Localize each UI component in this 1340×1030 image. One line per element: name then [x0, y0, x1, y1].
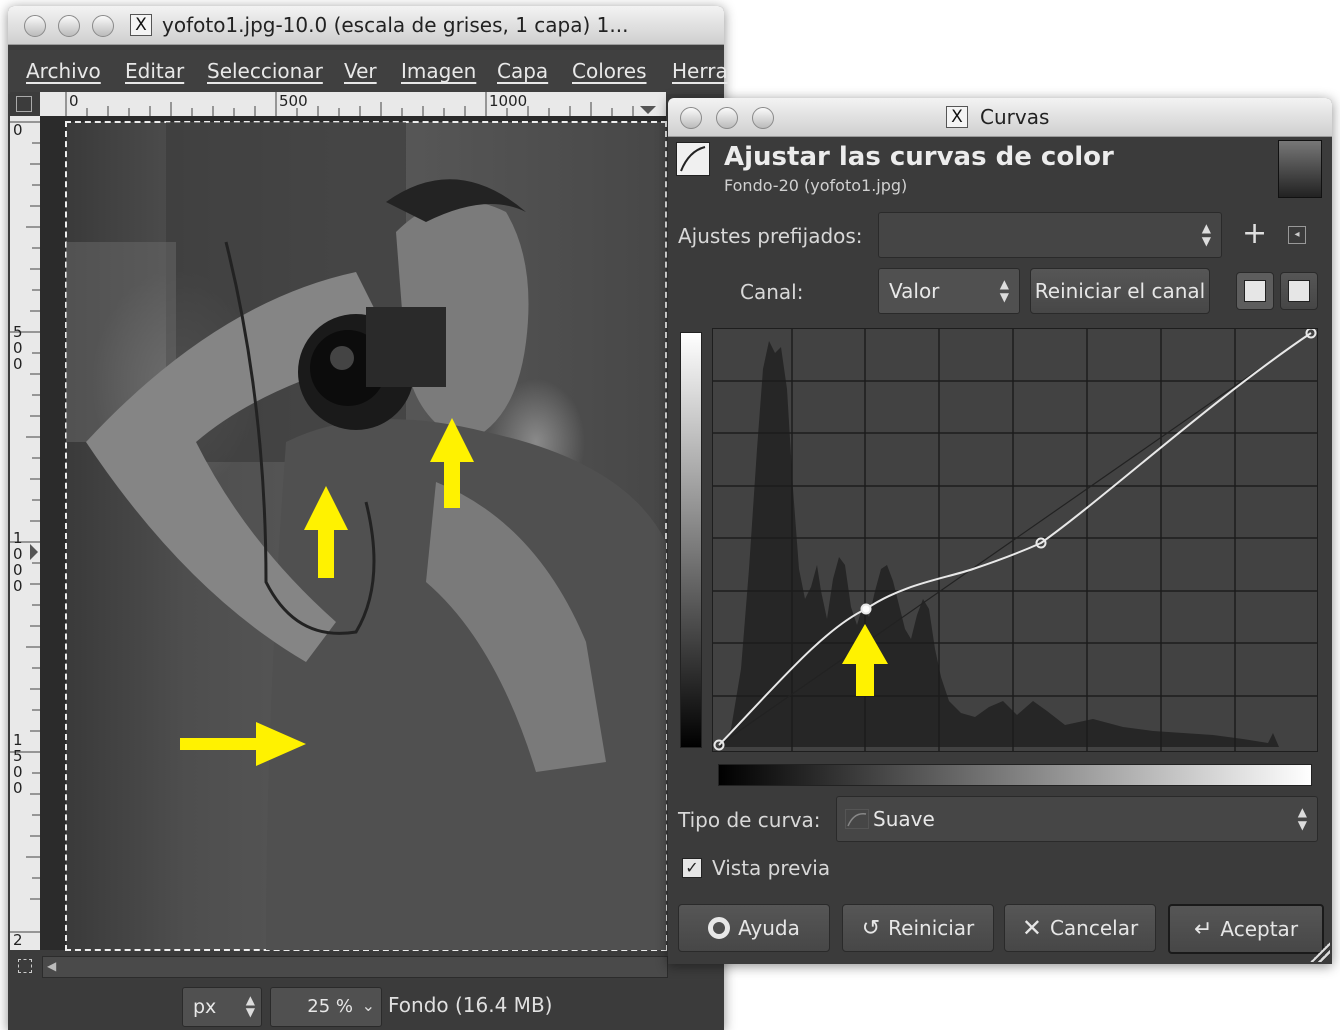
menu-bar: Archivo Editar Seleccionar Ver Imagen Ca… — [8, 50, 728, 94]
curve-type-combo[interactable]: Suave ▲ ▼ — [836, 796, 1318, 842]
preview-checkbox[interactable]: ✓ — [682, 858, 702, 878]
reset-label: Reiniciar — [888, 916, 975, 940]
curves-tool-icon — [676, 142, 710, 176]
ruler-v-label-500: 500 — [13, 323, 23, 373]
undo-icon: ↺ — [861, 915, 881, 941]
ruler-h-label-0: 0 — [69, 92, 79, 110]
ruler-v-label-0: 0 — [13, 121, 23, 139]
log-histogram-button[interactable] — [1280, 272, 1318, 310]
help-label: Ayuda — [738, 916, 800, 940]
cancel-label: Cancelar — [1049, 916, 1139, 940]
horizontal-scrollbar[interactable]: ◀ — [42, 956, 668, 978]
presets-label: Ajustes prefijados: — [678, 224, 863, 248]
menu-imagen[interactable]: Imagen — [401, 59, 476, 83]
resize-grip-icon[interactable] — [1310, 942, 1330, 962]
curve-type-value: Suave — [873, 807, 935, 831]
menu-capa[interactable]: Capa — [497, 59, 548, 83]
menu-seleccionar[interactable]: Seleccionar — [207, 59, 323, 83]
ruler-h-label-1000: 1000 — [489, 92, 528, 110]
chevron-down-icon: ⌄ — [361, 996, 375, 1015]
linear-histogram-icon — [1244, 280, 1266, 302]
reset-channel-button[interactable]: Reiniciar el canal — [1030, 268, 1210, 314]
zoom-window-button[interactable] — [92, 15, 114, 37]
ok-button[interactable]: ↵ Aceptar — [1168, 904, 1324, 954]
horizontal-gradient-bar — [718, 764, 1312, 786]
menu-herramientas[interactable]: Herra — [672, 59, 728, 83]
curves-dialog: X Curvas Ajustar las curvas de color Fon… — [668, 98, 1332, 964]
menu-ver[interactable]: Ver — [344, 59, 377, 83]
ruler-h-label-500: 500 — [279, 92, 308, 110]
log-histogram-icon — [1288, 280, 1310, 302]
linear-histogram-button[interactable] — [1236, 272, 1274, 310]
channel-label: Canal: — [740, 280, 804, 304]
ok-label: Aceptar — [1220, 917, 1299, 941]
close-window-button[interactable] — [24, 15, 46, 37]
ruler-corner[interactable] — [10, 92, 40, 116]
curve-type-label: Tipo de curva: — [678, 808, 821, 832]
spinner-arrows-icon: ▲ ▼ — [1201, 221, 1211, 248]
spinner-arrows-icon: ▲ ▼ — [999, 277, 1009, 304]
quick-mask-icon — [16, 96, 32, 112]
ruler-v-label-2000: 2 — [13, 931, 23, 949]
curve-point-selected — [860, 603, 872, 615]
status-bar: px ▲ ▼ 25 % ⌄ Fondo (16.4 MB) — [8, 980, 724, 1030]
scroll-left-icon[interactable]: ◀ — [47, 959, 56, 973]
vertical-ruler[interactable]: 0 500 1000 1500 2 — [10, 116, 40, 950]
unit-selector[interactable]: px ▲ ▼ — [182, 987, 262, 1027]
menu-archivo[interactable]: Archivo — [26, 59, 101, 83]
plus-icon[interactable]: + — [1242, 216, 1267, 251]
channel-combo[interactable]: Valor ▲ ▼ — [878, 268, 1020, 314]
dialog-subheading: Fondo-20 (yofoto1.jpg) — [724, 176, 908, 195]
close-dialog-button[interactable] — [680, 107, 702, 129]
photo-shapes — [66, 122, 666, 950]
ruler-v-label-1000: 1000 — [13, 529, 23, 595]
quick-mask-toggle[interactable] — [10, 954, 40, 978]
x11-icon: X — [130, 14, 152, 36]
zoom-value: 25 % — [307, 996, 353, 1017]
panel-menu-icon[interactable]: ◂ — [1288, 226, 1306, 244]
reset-channel-label: Reiniciar el canal — [1034, 279, 1206, 303]
image-window-titlebar[interactable]: X yofoto1.jpg-10.0 (escala de grises, 1 … — [8, 6, 724, 45]
enter-icon: ↵ — [1193, 916, 1213, 942]
reset-button[interactable]: ↺ Reiniciar — [842, 904, 994, 952]
unit-value: px — [193, 996, 217, 1018]
curve-graph[interactable] — [712, 328, 1318, 752]
curves-window-title: Curvas — [980, 105, 1050, 129]
layer-thumbnail — [1278, 140, 1322, 198]
image-window-title: yofoto1.jpg-10.0 (escala de grises, 1 ca… — [162, 13, 629, 37]
dialog-heading: Ajustar las curvas de color — [724, 142, 1114, 172]
spinner-arrows-icon: ▲ ▼ — [245, 993, 255, 1019]
ruler-v-label-1500: 1500 — [13, 731, 23, 797]
lifebuoy-icon — [708, 917, 731, 939]
cancel-x-icon: ✕ — [1021, 914, 1042, 942]
x11-icon: X — [946, 106, 968, 128]
zoom-dialog-button[interactable] — [752, 107, 774, 129]
minimize-dialog-button[interactable] — [716, 107, 738, 129]
selection-icon — [18, 959, 32, 973]
menu-colores[interactable]: Colores — [572, 59, 647, 83]
zoom-selector[interactable]: 25 % ⌄ — [270, 987, 382, 1027]
preview-label[interactable]: Vista previa — [712, 856, 830, 880]
smooth-curve-icon — [845, 809, 869, 829]
horizontal-ruler[interactable]: 0 500 1000 — [40, 92, 666, 116]
vertical-gradient-bar — [680, 332, 702, 748]
minimize-window-button[interactable] — [58, 15, 80, 37]
curves-titlebar[interactable]: X Curvas — [668, 98, 1332, 137]
spinner-arrows-icon: ▲ ▼ — [1297, 805, 1307, 832]
layer-info: Fondo (16.4 MB) — [388, 993, 553, 1017]
cancel-button[interactable]: ✕ Cancelar — [1004, 904, 1156, 952]
photo-layer[interactable] — [65, 121, 667, 951]
presets-combo[interactable]: ▲ ▼ — [878, 212, 1222, 258]
help-button[interactable]: Ayuda — [678, 904, 830, 952]
channel-value: Valor — [889, 279, 940, 303]
menu-editar[interactable]: Editar — [125, 59, 184, 83]
